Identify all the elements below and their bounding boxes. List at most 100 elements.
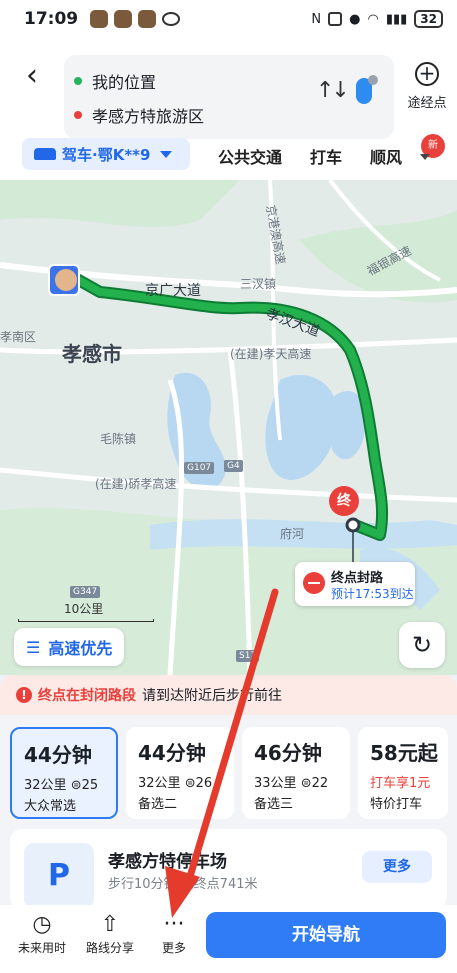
highway-shield: G4	[224, 460, 243, 472]
tab-public-transit[interactable]: 公共交通	[218, 144, 282, 168]
mode-bar: 驾车·鄂K**9 公共交通 打车 顺风 新	[0, 134, 457, 178]
origin-text: 我的位置	[92, 73, 157, 92]
route-panel: ‹ 我的位置 孝感方特旅游区 ↑↓ + 途经点 驾车·鄂K**9 公共交通 打车…	[0, 40, 457, 180]
warning-text: 请到达附近后步行前往	[142, 688, 282, 704]
more-button[interactable]: ··· 更多	[152, 911, 196, 956]
end-notice-eta: 预计17:53到达	[331, 587, 414, 601]
app-notification-icon	[114, 10, 132, 28]
back-icon[interactable]: ‹	[26, 58, 38, 93]
app-notification-icon	[138, 10, 156, 28]
future-time-button[interactable]: ◷ 未来用时	[14, 911, 70, 956]
car-icon	[34, 148, 56, 160]
app-notification-icon	[90, 10, 108, 28]
destination-row[interactable]: 孝感方特旅游区	[74, 103, 204, 127]
plus-icon: +	[415, 62, 439, 86]
plan-tag: 特价打车	[370, 797, 423, 812]
share-route-label: 路线分享	[85, 941, 134, 955]
location-icon: ●	[349, 11, 361, 27]
clock-icon: ◷	[32, 912, 52, 937]
route-plan-card[interactable]: 46分钟 33公里 ⊜22 备选三	[242, 727, 350, 819]
taxi-plan-card[interactable]: 58元起 打车享1元 特价打车	[358, 727, 448, 819]
plan-price: 58元起	[370, 741, 438, 765]
plan-tag: 大众常选	[24, 799, 77, 814]
parking-icon: P	[24, 843, 94, 909]
tab-taxi[interactable]: 打车	[310, 144, 342, 168]
map-road-label: 京广大道	[145, 283, 201, 299]
map-label-river: 府河	[280, 527, 305, 541]
destination-text: 孝感方特旅游区	[92, 107, 205, 126]
route-preference-button[interactable]: ☰ 高速优先	[14, 628, 125, 666]
chevron-down-icon	[160, 150, 173, 158]
highway-shield: S17	[236, 650, 260, 662]
more-label: 更多	[161, 941, 186, 955]
map-label-road: (在建)硚孝高速	[95, 477, 177, 491]
swap-icon[interactable]: ↑↓	[316, 78, 350, 103]
plan-time: 46分钟	[254, 741, 322, 765]
end-marker[interactable]: 终	[329, 486, 359, 516]
tab-driving[interactable]: 驾车·鄂K**9	[22, 138, 190, 170]
warning-banner: ! 终点在封闭路段 请到达附近后步行前往	[0, 675, 457, 715]
tab-driving-label: 驾车·鄂K**9	[62, 145, 151, 164]
tab-carpool[interactable]: 顺风	[370, 144, 402, 168]
eye-icon	[162, 12, 180, 26]
battery-indicator: 32	[414, 10, 443, 28]
plan-time: 44分钟	[138, 741, 206, 765]
warning-title: 终点在封闭路段	[38, 688, 136, 704]
add-waypoint-button[interactable]: + 途经点	[402, 62, 452, 111]
wifi-icon: ◠	[367, 11, 379, 27]
plan-tag: 备选二	[138, 797, 178, 812]
start-navigation-button[interactable]: 开始导航	[206, 912, 446, 958]
alarm-icon	[328, 12, 343, 26]
origin-dot	[74, 77, 82, 85]
end-notice-bubble[interactable]: 终点封路 预计17:53到达	[295, 562, 415, 606]
no-entry-icon	[303, 572, 325, 594]
system-icons: N ● ◠ ▮▮▮ 32	[311, 10, 443, 28]
end-notice-title: 终点封路	[331, 571, 384, 586]
origin-row[interactable]: 我的位置	[74, 69, 156, 93]
map-label-town: 三汊镇	[240, 277, 277, 291]
map-label-town: 毛陈镇	[100, 432, 137, 446]
parking-name: 孝感方特停车场	[108, 852, 227, 872]
map-label-district: 孝南区	[0, 330, 37, 344]
plan-tag: 备选三	[254, 797, 294, 812]
warning-icon: !	[16, 687, 32, 703]
map-scale-bar	[18, 619, 154, 622]
plan-meta: 32公里 ⊜26	[138, 776, 213, 791]
route-sheet: ! 终点在封闭路段 请到达附近后步行前往 44分钟 32公里 ⊜25 大众常选 …	[0, 675, 457, 909]
route-plans: 44分钟 32公里 ⊜25 大众常选 44分钟 32公里 ⊜26 备选二 46分…	[10, 727, 457, 819]
parking-more-button[interactable]: 更多	[362, 851, 432, 883]
plan-meta: 33公里 ⊜22	[254, 776, 329, 791]
start-marker-avatar[interactable]	[48, 264, 80, 296]
plan-promo: 打车享1元	[370, 776, 431, 791]
highway-shield: G107	[184, 462, 215, 474]
highway-shield: G347	[70, 586, 101, 598]
status-app-icons	[90, 10, 180, 28]
bottom-bar: ◷ 未来用时 ⇧ 路线分享 ··· 更多 开始导航	[0, 905, 457, 973]
traffic-light-icon: ⊜	[70, 778, 82, 793]
more-modes-icon[interactable]	[420, 154, 430, 160]
nfc-icon: N	[311, 11, 322, 27]
refresh-icon[interactable]: ↻	[399, 622, 445, 668]
plan-meta: 32公里 ⊜25	[24, 778, 99, 793]
map-view[interactable]: 孝南区 孝感市 毛陈镇 三汊镇 福银高速 京港澳高速 府河 (在建)孝天高速 (…	[0, 180, 457, 675]
signal-icon: ▮▮▮	[385, 11, 408, 27]
traffic-light-icon: ⊜	[184, 776, 196, 791]
destination-dot	[74, 111, 82, 119]
share-icon: ⇧	[100, 912, 120, 937]
parking-card[interactable]: P 孝感方特停车场 步行10分钟 距终点741米 更多	[10, 829, 447, 909]
waypoint-label: 途经点	[407, 96, 447, 111]
map-scale: 10公里	[18, 600, 154, 622]
plan-time: 44分钟	[24, 743, 92, 767]
share-route-button[interactable]: ⇧ 路线分享	[80, 911, 140, 956]
more-dots-icon: ···	[163, 912, 185, 937]
settings-sliders-icon: ☰	[26, 637, 41, 657]
route-preference-label: 高速优先	[48, 639, 113, 658]
parking-distance: 步行10分钟 距终点741米	[108, 877, 258, 892]
status-bar: 17:09 N ● ◠ ▮▮▮ 32	[0, 0, 457, 40]
avatar	[55, 269, 77, 291]
mic-status-icon	[368, 75, 378, 85]
route-plan-card[interactable]: 44分钟 32公里 ⊜25 大众常选	[10, 727, 118, 819]
map-scale-label: 10公里	[64, 602, 104, 616]
map-label-road: (在建)孝天高速	[230, 347, 312, 361]
route-plan-card[interactable]: 44分钟 32公里 ⊜26 备选二	[126, 727, 234, 819]
